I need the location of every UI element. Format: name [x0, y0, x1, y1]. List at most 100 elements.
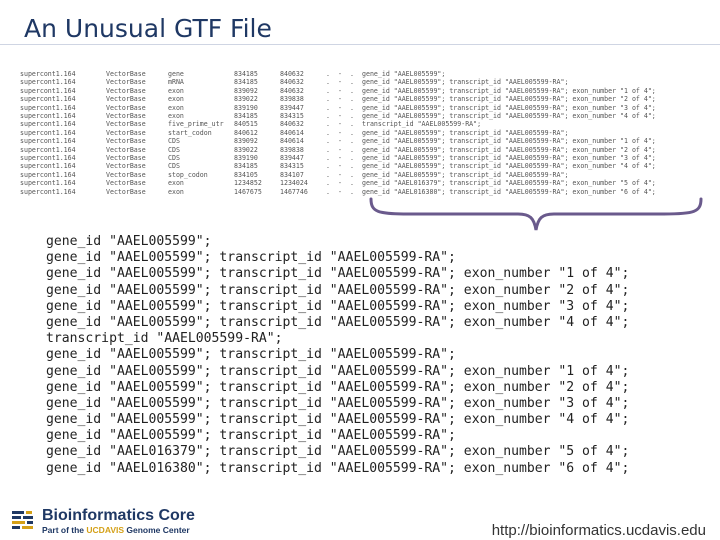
table-cell: 1467746 — [280, 187, 308, 196]
table-cell: 834315 — [280, 112, 304, 121]
table-row: supercont1.164 VectorBase exon 839022 839838… — [20, 95, 710, 103]
table-row: supercont1.164 VectorBase stop_codon 834105… — [20, 171, 710, 179]
table-cell: . — [350, 78, 354, 87]
table-cell: CDS — [168, 145, 180, 154]
table-cell: 839447 — [280, 154, 304, 163]
table-cell: . — [326, 162, 330, 171]
table-row: supercont1.164 VectorBase CDS 839022 839838.… — [20, 146, 710, 154]
table-cell: 840612 — [234, 128, 258, 137]
logo-subtitle: Part of the UCDAVIS Genome Center — [42, 525, 190, 535]
table-cell: supercont1.164 — [20, 137, 76, 146]
table-cell: - — [338, 103, 342, 112]
table-cell: VectorBase — [106, 145, 146, 154]
table-cell: exon — [168, 86, 184, 95]
table-cell: VectorBase — [106, 120, 146, 129]
table-cell: 839022 — [234, 95, 258, 104]
table-cell: - — [338, 112, 342, 121]
table-cell: 1467675 — [234, 187, 262, 196]
table-cell: VectorBase — [106, 86, 146, 95]
attribute-line: gene_id "AAEL005599"; transcript_id "AAE… — [46, 298, 630, 314]
table-cell: - — [338, 145, 342, 154]
table-cell: VectorBase — [106, 179, 146, 188]
table-cell: 840632 — [280, 86, 304, 95]
table-cell: - — [338, 137, 342, 146]
table-row: supercont1.164 VectorBase mRNA 834185 840632… — [20, 78, 710, 86]
table-cell: 839190 — [234, 154, 258, 163]
attribute-line: gene_id "AAEL016379"; transcript_id "AAE… — [46, 444, 630, 460]
table-cell: 840632 — [280, 120, 304, 129]
table-cell: supercont1.164 — [20, 162, 76, 171]
table-cell: . — [326, 137, 330, 146]
table-cell: 834185 — [234, 70, 258, 78]
table-cell: 1234852 — [234, 179, 262, 188]
table-cell: gene_id "AAEL005599"; transcript_id "AAE… — [362, 78, 569, 87]
table-cell: . — [326, 95, 330, 104]
table-cell: . — [326, 145, 330, 154]
table-row: supercont1.164 VectorBase start_codon 84061… — [20, 129, 710, 137]
footer-url[interactable]: http://bioinformatics.ucdavis.edu — [492, 522, 706, 539]
attribute-line: gene_id "AAEL005599"; transcript_id "AAE… — [46, 379, 630, 395]
table-cell: gene_id "AAEL005599"; transcript_id "AAE… — [362, 154, 656, 163]
table-cell: gene_id "AAEL005599"; transcript_id "AAE… — [362, 95, 656, 104]
table-cell: . — [350, 154, 354, 163]
table-cell: VectorBase — [106, 78, 146, 87]
table-cell: gene_id "AAEL005599"; transcript_id "AAE… — [362, 145, 656, 154]
table-cell: 834185 — [234, 112, 258, 121]
table-cell: VectorBase — [106, 137, 146, 146]
table-cell: - — [338, 86, 342, 95]
table-row: supercont1.164 VectorBase exon 1467675 14677… — [20, 188, 710, 196]
table-cell: VectorBase — [106, 170, 146, 179]
table-cell: . — [326, 179, 330, 188]
table-cell: . — [326, 70, 330, 78]
attribute-line: gene_id "AAEL005599"; transcript_id "AAE… — [46, 314, 630, 330]
table-cell: . — [350, 179, 354, 188]
table-cell: . — [350, 70, 354, 78]
table-cell: supercont1.164 — [20, 78, 76, 87]
table-row: supercont1.164 VectorBase CDS 839092 840614.… — [20, 137, 710, 145]
table-cell: . — [326, 170, 330, 179]
table-cell: gene_id "AAEL016380"; transcript_id "AAE… — [362, 187, 656, 196]
table-cell: 840632 — [280, 78, 304, 87]
table-cell: 839190 — [234, 103, 258, 112]
table-cell: . — [326, 120, 330, 129]
table-cell: supercont1.164 — [20, 179, 76, 188]
attribute-line: gene_id "AAEL016380"; transcript_id "AAE… — [46, 460, 630, 476]
table-cell: . — [326, 112, 330, 121]
table-cell: exon — [168, 95, 184, 104]
table-cell: 840632 — [280, 70, 304, 78]
table-cell: VectorBase — [106, 128, 146, 137]
gtf-table: supercont1.164 VectorBase gene 834185 840632… — [20, 70, 710, 196]
footer-logo: Bioinformatics Core Part of the UCDAVIS … — [10, 508, 195, 535]
title-divider — [0, 44, 720, 45]
table-cell: - — [338, 78, 342, 87]
table-cell: transcript_id "AAEL005599-RA"; — [362, 120, 482, 129]
table-cell: 834105 — [234, 170, 258, 179]
table-cell: . — [350, 112, 354, 121]
slide-title: An Unusual GTF File — [24, 14, 272, 43]
table-cell: VectorBase — [106, 103, 146, 112]
table-cell: VectorBase — [106, 154, 146, 163]
table-cell: - — [338, 187, 342, 196]
table-cell: supercont1.164 — [20, 70, 76, 78]
table-cell: 834315 — [280, 162, 304, 171]
table-cell: - — [338, 170, 342, 179]
table-row: supercont1.164 VectorBase CDS 834185 834315.… — [20, 162, 710, 170]
table-cell: . — [350, 103, 354, 112]
table-cell: . — [350, 128, 354, 137]
table-cell: exon — [168, 179, 184, 188]
table-cell: . — [350, 187, 354, 196]
table-cell: gene_id "AAEL016379"; transcript_id "AAE… — [362, 179, 656, 188]
table-cell: . — [350, 95, 354, 104]
table-row: supercont1.164 VectorBase five_prime_utr 84… — [20, 120, 710, 128]
table-cell: supercont1.164 — [20, 128, 76, 137]
table-cell: supercont1.164 — [20, 170, 76, 179]
table-cell: - — [338, 128, 342, 137]
table-cell: . — [350, 145, 354, 154]
table-row: supercont1.164 VectorBase gene 834185 840632… — [20, 70, 710, 78]
table-cell: - — [338, 70, 342, 78]
table-cell: . — [350, 170, 354, 179]
table-cell: 834185 — [234, 162, 258, 171]
table-cell: exon — [168, 187, 184, 196]
table-cell: 1234024 — [280, 179, 308, 188]
table-cell: supercont1.164 — [20, 86, 76, 95]
